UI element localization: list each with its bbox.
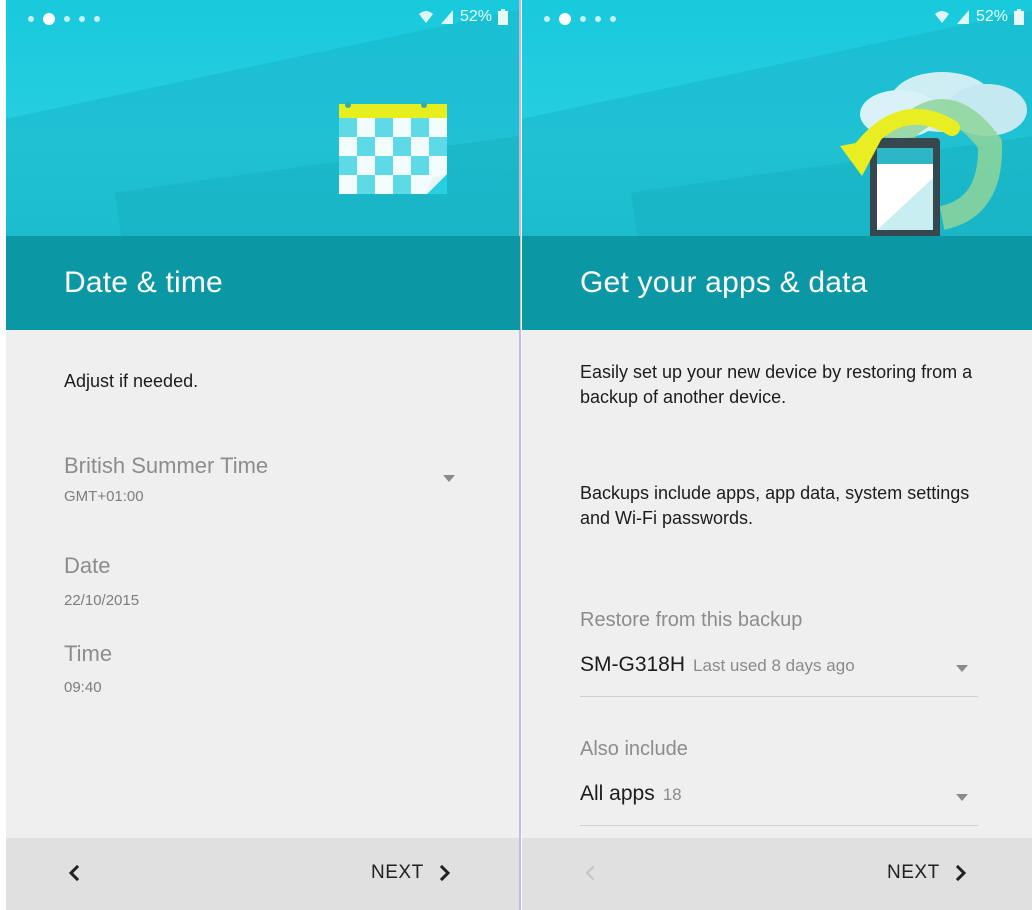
battery-icon (1014, 9, 1024, 25)
dropdown-arrow-icon (443, 475, 455, 482)
include-label: Also include (580, 738, 688, 760)
restore-label: Restore from this backup (580, 609, 803, 631)
wifi-icon (418, 11, 433, 23)
battery-icon (498, 9, 508, 25)
wifi-icon (934, 11, 949, 23)
status-bar: 52% (6, 0, 520, 36)
battery-percent: 52% (975, 8, 1008, 25)
back-chevron-icon (585, 865, 595, 881)
apps-data-screen: 52% Get your apps & data Easily set up y… (522, 0, 1032, 910)
header-bar: Get your apps & data (522, 236, 1032, 330)
back-button[interactable] (62, 860, 86, 886)
notification-dots (544, 13, 616, 25)
date-time-screen: 52% Date & time Adjust if needed. Britis… (6, 0, 520, 910)
description-text: Easily set up your new device by restori… (580, 362, 973, 407)
content-area: Easily set up your new device by restori… (522, 330, 1032, 838)
restore-backup-dropdown[interactable]: SM-G318H Last used 8 days ago (580, 651, 978, 697)
screen-divider (519, 0, 521, 910)
content-area: Adjust if needed. British Summer Time GM… (6, 330, 520, 838)
next-button[interactable]: NEXT (887, 860, 970, 886)
notification-dots (28, 13, 100, 25)
calendar-illustration (339, 102, 447, 194)
restore-last-used: Last used 8 days ago (693, 656, 855, 675)
status-bar: 52% (522, 0, 1032, 36)
next-button[interactable]: NEXT (371, 860, 454, 886)
date-label[interactable]: Date (64, 553, 110, 579)
back-button[interactable] (578, 860, 602, 886)
time-label[interactable]: Time (64, 641, 112, 667)
include-apps-dropdown[interactable]: All apps 18 (580, 780, 978, 826)
next-label: NEXT (887, 862, 940, 883)
next-chevron-icon (439, 864, 450, 882)
battery-percent: 52% (459, 8, 492, 25)
instruction-text: Adjust if needed. (64, 371, 199, 391)
restore-device-name: SM-G318H (580, 653, 686, 676)
next-label: NEXT (371, 862, 424, 883)
dropdown-arrow-icon (956, 665, 968, 672)
timezone-offset: GMT+01:00 (64, 488, 144, 505)
backups-info-text: Backups include apps, app data, system s… (580, 483, 970, 528)
page-title: Date & time (64, 266, 223, 299)
include-count: 18 (662, 785, 682, 804)
bottom-nav-bar: NEXT (522, 838, 1032, 910)
signal-icon (440, 10, 453, 24)
bottom-nav-bar: NEXT (6, 838, 520, 910)
header-bar: Date & time (6, 236, 520, 330)
timezone-name: British Summer Time (64, 453, 269, 478)
next-chevron-icon (955, 864, 966, 882)
status-indicators: 52% (418, 8, 508, 26)
time-value[interactable]: 09:40 (64, 679, 102, 696)
cloud-restore-illustration (840, 72, 1027, 236)
dropdown-arrow-icon (956, 794, 968, 801)
back-chevron-icon (68, 864, 80, 882)
date-value[interactable]: 22/10/2015 (64, 592, 139, 609)
include-value: All apps (580, 782, 655, 805)
status-indicators: 52% (934, 8, 1024, 26)
signal-icon (956, 10, 969, 24)
page-title: Get your apps & data (580, 266, 868, 299)
